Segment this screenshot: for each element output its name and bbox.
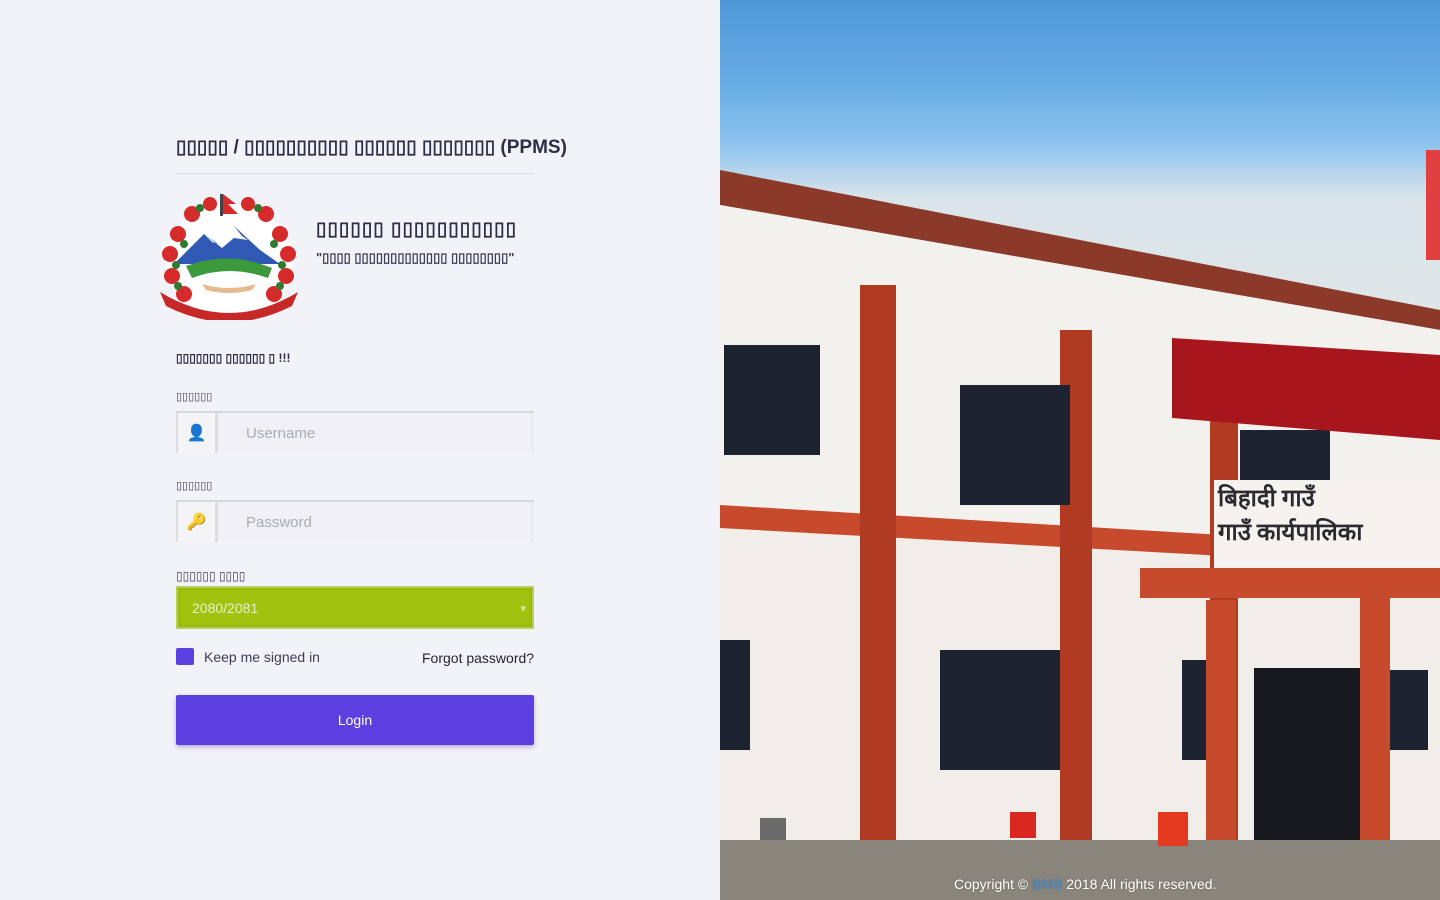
- welcome-text: ▯▯▯▯▯▯▯ ▯▯▯▯▯▯ ▯ !!!: [176, 351, 291, 365]
- brand-link[interactable]: BMS: [1032, 876, 1062, 892]
- user-icon: 👤: [176, 413, 218, 453]
- organization-slogan: "▯▯▯▯ ▯▯▯▯▯▯▯▯▯▯▯▯▯ ▯▯▯▯▯▯▯▯": [316, 250, 515, 265]
- building-sign-line1: बिहादी गाउँ: [1217, 484, 1316, 512]
- key-icon: 🔑: [176, 502, 218, 542]
- emblem-logo: [160, 194, 298, 320]
- login-panel: ▯▯▯▯▯ / ▯▯▯▯▯▯▯▯▯▯ ▯▯▯▯▯▯ ▯▯▯▯▯▯▯ (PPMS)…: [0, 0, 720, 900]
- password-input[interactable]: [218, 502, 534, 542]
- login-button[interactable]: Login: [176, 695, 534, 745]
- organization-name: ▯▯▯▯▯▯ ▯▯▯▯▯▯▯▯▯▯▯: [316, 219, 518, 240]
- background-photo: बिहादी गाउँ गाउँ कार्यपालिका: [720, 0, 1440, 900]
- fiscal-year-label: ▯▯▯▯▯▯ ▯▯▯▯: [176, 569, 246, 583]
- app-title: ▯▯▯▯▯ / ▯▯▯▯▯▯▯▯▯▯ ▯▯▯▯▯▯ ▯▯▯▯▯▯▯ (PPMS): [176, 136, 567, 174]
- remember-label: Keep me signed in: [204, 648, 320, 665]
- remember-me[interactable]: Keep me signed in: [176, 648, 320, 665]
- copyright-prefix: Copyright ©: [954, 876, 1029, 892]
- chevron-down-icon: ▾: [520, 603, 526, 615]
- forgot-password-link[interactable]: Forgot password?: [422, 650, 534, 666]
- building-sign-line2: गाउँ कार्यपालिका: [1217, 518, 1363, 546]
- password-field-group: 🔑: [176, 500, 534, 542]
- copyright-suffix: 2018 All rights reserved.: [1066, 876, 1217, 892]
- remember-checkbox[interactable]: [176, 648, 194, 665]
- password-label: ▯▯▯▯▯▯: [176, 480, 213, 492]
- fiscal-year-select[interactable]: 2080/2081 ▾: [176, 586, 534, 629]
- fiscal-year-value: 2080/2081: [192, 599, 259, 616]
- username-input[interactable]: [218, 413, 534, 453]
- username-field-group: 👤: [176, 411, 534, 453]
- building-photo: बिहादी गाउँ गाउँ कार्यपालिका: [720, 150, 1440, 900]
- username-label: ▯▯▯▯▯▯: [176, 391, 213, 403]
- copyright-footer: Copyright © BMS 2018 All rights reserved…: [954, 876, 1216, 892]
